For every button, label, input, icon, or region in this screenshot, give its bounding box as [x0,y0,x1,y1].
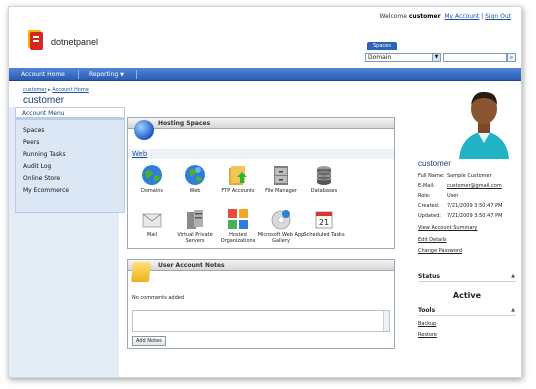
menu-item-running-tasks[interactable]: Running Tasks [16,149,124,161]
avatar [459,91,509,159]
profile-label-full-name: Full Name: [418,173,445,179]
view-account-summary-link[interactable]: View Account Summary [418,225,477,231]
file-cabinet-icon[interactable] [270,164,292,186]
restore-link[interactable]: Restore [418,332,437,338]
nav-divider [78,70,79,79]
account-menu: Account Menu Spaces Peers Running Tasks … [15,107,125,213]
notes-empty-text: No comments added [132,295,184,301]
breadcrumb-separator: ▸ [48,87,51,93]
profile-email-link[interactable]: customer@gmail.com [447,183,502,189]
web-app-gallery-icon[interactable] [270,208,292,230]
space-header-bar [128,149,394,159]
welcome-bar: Welcome customer My Account | Sign Out [380,13,512,20]
collapse-status-icon[interactable]: ▲ [511,273,515,279]
collapse-tools-icon[interactable]: ▲ [511,307,515,313]
profile-value-created: 7/21/2009 3:50:47 PM [447,203,503,209]
nav-divider [136,70,137,79]
nav-reporting-label: Reporting [89,71,119,78]
status-badge: Active [452,291,482,300]
search-icon[interactable]: ⌕ [507,53,516,62]
notes-title: User Account Notes [128,260,394,271]
space-web-link[interactable]: Web [132,150,147,158]
notes-textarea[interactable] [132,310,390,332]
user-account-notes-panel: User Account Notes No comments added Add… [127,259,395,349]
breadcrumb-account-home[interactable]: Account Home [52,87,89,93]
welcome-separator: | [481,13,484,20]
profile-name: customer [418,159,451,168]
status-title: Status [418,273,440,280]
menu-item-spaces[interactable]: Spaces [16,125,124,137]
search-scope-value: Domain [368,54,392,61]
spaces-search-tab[interactable]: Spaces [367,42,397,50]
mail-icon[interactable] [141,208,163,230]
hosting-spaces-panel: Hosting Spaces Web Domains Web FTP Accou… [127,117,395,249]
profile-value-updated: 7/21/2009 3:50:47 PM [447,213,503,219]
profile-value-full-name: Sample Customer [447,173,492,179]
edit-details-link[interactable]: Edit Details [418,237,447,243]
change-password-link[interactable]: Change Password [418,248,462,254]
tools-title: Tools [418,307,436,314]
add-notes-button[interactable]: Add Notes [132,336,166,346]
breadcrumb-customer[interactable]: customer [23,87,47,93]
menu-item-audit-log[interactable]: Audit Log [16,161,124,173]
search-scope-select[interactable]: Domain ▼ [365,53,441,62]
svg-text:21: 21 [319,218,329,227]
icon-label-databases[interactable]: Databases [299,188,349,194]
globe-domains-icon[interactable] [141,164,163,186]
breadcrumb: customer ▸ Account Home [23,87,89,93]
organizations-icon[interactable] [227,208,249,230]
profile-label-created: Created: [418,203,440,209]
menu-item-my-ecommerce[interactable]: My Ecommerce [16,185,124,197]
welcome-user: customer [408,13,441,20]
notes-folder-icon [130,262,152,282]
globe-icon [134,120,154,140]
hosting-spaces-title: Hosting Spaces [128,118,394,129]
profile-value-role: User [447,193,459,199]
welcome-prefix: Welcome [379,13,407,20]
profile-label-updated: Updated: [418,213,441,219]
nav-account-home[interactable]: Account Home [13,68,73,81]
calendar-icon[interactable]: 21 [313,208,335,230]
my-account-link[interactable]: My Account [444,13,479,20]
sign-out-link[interactable]: Sign Out [485,13,511,20]
tools-divider [418,315,516,316]
database-icon[interactable] [313,164,335,186]
menu-item-peers[interactable]: Peers [16,137,124,149]
notes-scrollbar[interactable] [383,311,389,331]
nav-reporting[interactable]: Reporting ▼ [81,68,132,81]
profile-label-email: E-Mail: [418,183,435,189]
profile-label-role: Role: [418,193,431,199]
app-window: Welcome customer My Account | Sign Out d… [8,6,522,378]
chevron-down-icon: ▼ [120,72,124,78]
brand-name: dotnetpanel [51,37,99,47]
status-divider [418,281,516,282]
chevron-down-icon: ▼ [432,54,440,61]
icon-label-scheduled-tasks[interactable]: Scheduled Tasks [299,232,349,238]
globe-web-icon[interactable] [184,164,206,186]
search-input[interactable] [443,53,507,62]
top-navigation: Account Home Reporting ▼ [9,68,521,81]
dotnetpanel-logo-icon[interactable] [27,29,45,51]
menu-item-online-store[interactable]: Online Store [16,173,124,185]
account-menu-title: Account Menu [16,108,124,120]
page-title: customer [23,95,65,106]
backup-link[interactable]: Backup [418,321,436,327]
server-icon[interactable] [184,208,206,230]
ftp-folder-icon[interactable] [227,164,249,186]
